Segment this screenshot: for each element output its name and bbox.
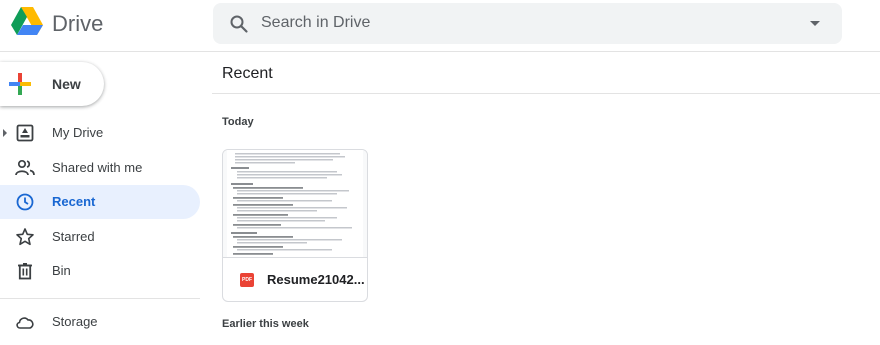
plus-icon — [9, 73, 31, 95]
file-info-row[interactable]: PDF Resume21042... — [223, 258, 367, 301]
search-icon[interactable] — [229, 14, 249, 34]
sidebar-item-my-drive[interactable]: My Drive — [0, 116, 200, 150]
search-bar[interactable]: Search in Drive — [213, 3, 842, 44]
people-icon — [15, 159, 35, 176]
document-preview-image — [227, 150, 363, 257]
star-icon — [16, 228, 34, 246]
title-divider — [212, 93, 880, 94]
sidebar-item-storage[interactable]: Storage — [0, 305, 200, 339]
new-button-label: New — [52, 76, 81, 92]
section-heading-today: Today — [222, 116, 254, 128]
drive-folder-icon — [16, 124, 34, 142]
sidebar-item-label: Starred — [52, 229, 95, 244]
sidebar-item-label: Recent — [52, 194, 96, 209]
sidebar-item-label: Shared with me — [52, 160, 143, 175]
page-title: Recent — [222, 65, 273, 82]
file-name[interactable]: Resume21042... — [267, 272, 365, 287]
pdf-file-icon: PDF — [240, 273, 254, 287]
sidebar-item-label: Storage — [52, 314, 98, 329]
app-brand[interactable]: Drive — [52, 11, 103, 37]
file-card[interactable]: PDF Resume21042... — [222, 149, 368, 302]
sidebar-item-starred[interactable]: Starred — [0, 220, 200, 254]
sidebar-item-bin[interactable]: Bin — [0, 254, 200, 288]
sidebar-item-shared-with-me[interactable]: Shared with me — [0, 151, 200, 185]
cloud-icon — [16, 317, 34, 329]
sidebar-divider — [0, 298, 200, 299]
new-button[interactable]: New — [0, 62, 104, 106]
expand-arrow-icon[interactable] — [3, 129, 7, 137]
clock-icon — [16, 193, 34, 211]
section-heading-earlier: Earlier this week — [222, 318, 309, 330]
file-thumbnail[interactable] — [223, 150, 367, 258]
app-header: Drive Search in Drive — [0, 0, 880, 52]
drive-logo-icon[interactable] — [10, 6, 44, 36]
search-options-icon[interactable] — [810, 21, 820, 26]
sidebar-item-recent[interactable]: Recent — [0, 185, 200, 219]
search-input[interactable]: Search in Drive — [261, 14, 370, 32]
sidebar-item-label: Bin — [52, 263, 71, 278]
sidebar-item-label: My Drive — [52, 125, 104, 140]
trash-icon — [18, 263, 32, 280]
